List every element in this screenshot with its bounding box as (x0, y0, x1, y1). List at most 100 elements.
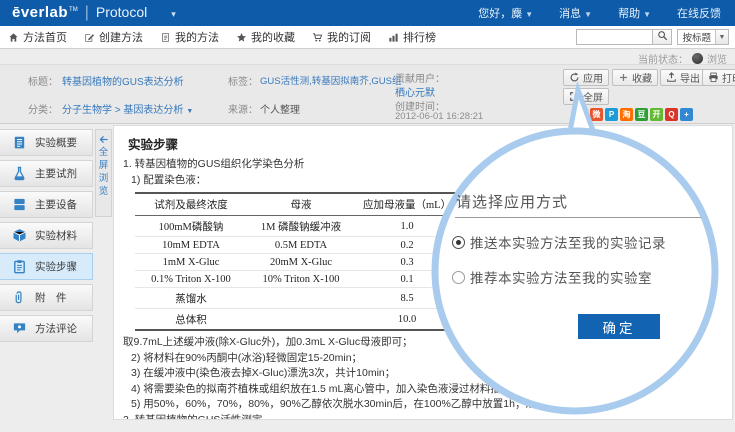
share-douban-icon[interactable]: 豆 (635, 108, 648, 121)
apply-option-radio[interactable] (452, 271, 465, 284)
topbar-menu-feedback[interactable]: 在线反馈 (677, 5, 721, 21)
created-timestamp: 2012-06-01 16:28:21 (395, 111, 483, 122)
sidebar-item-label: 主要试剂 (35, 166, 77, 181)
confirm-button[interactable]: 确定 (578, 314, 660, 339)
topbar-menu-help[interactable]: 帮助▼ (618, 5, 651, 21)
nav-item-create[interactable]: 创建方法 (84, 29, 143, 45)
topbar-menu-user[interactable]: 您好，麋▼ (478, 5, 533, 21)
export-icon (666, 72, 677, 83)
clipboard-icon (12, 259, 27, 274)
sidebar-item-attachments[interactable]: 附 件 (0, 284, 93, 311)
steps-intro-lines: 1. 转基因植物的GUS组织化学染色分析1) 配置染色液： (120, 157, 722, 188)
sidebar-item-label: 实验材料 (35, 228, 77, 243)
contributor-label: 贡献用户： (395, 70, 445, 85)
chevron-down-icon: ▼ (584, 10, 592, 19)
category-breadcrumb[interactable]: 分子生物学 > 基因表达分析▼ (62, 101, 193, 116)
flask-icon (12, 166, 27, 181)
sidebar-item-reagents[interactable]: 主要试剂 (0, 160, 93, 187)
share-icons-row: f微P淘豆开Q+ (575, 108, 693, 121)
table-cell: 1.0 (355, 216, 459, 237)
fullscreen-icon (569, 91, 580, 102)
favorite-button[interactable]: 收藏 (612, 69, 658, 86)
sidebar-item-summary[interactable]: 实验概要 (0, 129, 93, 156)
print-button[interactable]: 打印 (702, 69, 735, 86)
comment-icon (12, 321, 27, 336)
favorite-button-label: 收藏 (632, 70, 652, 85)
apply-option-1[interactable]: 推送本实验方法至我的实验记录 (452, 232, 666, 252)
sidebar-item-steps[interactable]: 实验步骤 (0, 253, 93, 280)
share-qzone-icon[interactable]: Q (665, 108, 678, 121)
apply-option-2[interactable]: 推荐本实验方法至我的实验室 (452, 267, 652, 287)
sidebar-item-materials[interactable]: 实验材料 (0, 222, 93, 249)
step-line: 5) 用50%，60%，70%，80%，90%乙醇依次脱水30min后，在100… (131, 397, 722, 413)
chevron-down-icon[interactable]: ▾ (171, 9, 176, 20)
nav-item-my-methods[interactable]: 我的方法 (160, 29, 219, 45)
tags-links[interactable]: GUS活性测,转基因拟南芥,GUS组织化.. (260, 73, 402, 87)
plus-icon (618, 72, 629, 83)
sidebar-item-label: 实验概要 (35, 135, 77, 150)
table-cell (247, 309, 355, 331)
sidebar-item-equipment[interactable]: 主要设备 (0, 191, 93, 218)
table-cell: 100mM磷酸钠 (135, 216, 247, 237)
fullscreen-button[interactable]: 全屏 (563, 88, 609, 105)
apply-button[interactable]: 应用 (563, 69, 609, 86)
device-icon (12, 197, 27, 212)
fullscreen-browse-strip[interactable]: 全屏浏览 (95, 129, 112, 217)
table-row: 总体积10.0 (135, 309, 459, 331)
search-button[interactable] (653, 29, 672, 45)
main-navbar: 方法首页 创建方法 我的方法 我的收藏 我的订阅 排行榜 按标题 ▼ (0, 26, 735, 49)
section-sidebar: 实验概要主要试剂主要设备实验材料实验步骤附 件方法评论 (0, 129, 93, 346)
nav-items: 方法首页 创建方法 我的方法 我的收藏 我的订阅 排行榜 (8, 26, 436, 48)
topbar-menu-label: 您好，麋 (478, 8, 522, 20)
contributor-link[interactable]: 栖心元默 (395, 84, 435, 99)
share-tencent-icon[interactable]: P (605, 108, 618, 121)
nav-item-ranking[interactable]: 排行榜 (388, 29, 436, 45)
topbar-menu-messages[interactable]: 消息▼ (559, 5, 592, 21)
apply-option-label: 推荐本实验方法至我的实验室 (470, 267, 652, 287)
box-icon (12, 228, 27, 243)
share-taobao-icon[interactable]: 淘 (620, 108, 633, 121)
share-weibo-icon[interactable]: 微 (590, 108, 603, 121)
staining-solution-table: 试剂及最终浓度母液应加母液量（mL） 100mM磷酸钠1M 磷酸钠缓冲液1.01… (135, 192, 459, 331)
table-cell: 1mM X-Gluc (135, 254, 247, 271)
table-cell: 总体积 (135, 309, 247, 331)
title-label: 标题： (28, 73, 58, 88)
nav-item-favorites[interactable]: 我的收藏 (236, 29, 295, 45)
table-header-row: 试剂及最终浓度母液应加母液量（mL） (135, 193, 459, 216)
share-more-icon[interactable]: + (680, 108, 693, 121)
table-row: 蒸馏水8.5 (135, 288, 459, 309)
apply-option-radio-selected[interactable] (452, 236, 465, 249)
sidebar-item-label: 附 件 (35, 290, 67, 305)
share-renren-icon[interactable]: f (575, 108, 588, 121)
share-kaixin-icon[interactable]: 开 (650, 108, 663, 121)
table-row: 1mM X-Gluc20mM X-Gluc0.3 (135, 254, 459, 271)
table-cell: 0.1% Triton X-100 (135, 271, 247, 288)
search-input[interactable] (576, 29, 653, 45)
top-header-bar: ēverlabTM | Protocol ▾ 您好，麋▼消息▼帮助▼在线反馈 (0, 0, 735, 26)
table-cell: 10mM EDTA (135, 237, 247, 254)
category-chevron-icon[interactable]: ▼ (186, 108, 193, 115)
step-line: 1. 转基因植物的GUS组织化学染色分析 (123, 157, 722, 173)
apply-button-label: 应用 (583, 70, 603, 85)
chevron-down-icon: ▼ (525, 10, 533, 19)
nav-item-home[interactable]: 方法首页 (8, 29, 67, 45)
source-label: 来源： (228, 101, 258, 116)
steps-detail-lines: 取9.7mL上述缓冲液(除X-Gluc外)，加0.3mL X-Gluc母液即可；… (120, 335, 722, 420)
sidebar-item-comments[interactable]: 方法评论 (0, 315, 93, 342)
content-heading: 实验步骤 (128, 134, 722, 153)
sidebar-item-label: 实验步骤 (35, 259, 77, 274)
protocol-info-panel: 标题： 转基因植物的GUS表达分析 标签： GUS活性测,转基因拟南芥,GUS组… (0, 64, 735, 124)
filter-dropdown-arrow[interactable]: ▼ (715, 30, 728, 44)
protocol-title-link[interactable]: 转基因植物的GUS表达分析 (62, 73, 184, 88)
nav-item-label: 我的方法 (175, 29, 219, 45)
search-filter-label: 按标题 (678, 30, 715, 44)
fullscreen-strip-char: 览 (99, 186, 109, 197)
search-area: 按标题 ▼ (576, 29, 729, 45)
brand-logo[interactable]: ēverlabTM | Protocol ▾ (0, 4, 176, 22)
export-button[interactable]: 导出 (660, 69, 706, 86)
nav-item-label: 我的订阅 (327, 29, 371, 45)
nav-item-subscriptions[interactable]: 我的订阅 (312, 29, 371, 45)
search-filter-select[interactable]: 按标题 ▼ (677, 29, 729, 45)
status-icon (692, 53, 703, 64)
table-cell: 0.3 (355, 254, 459, 271)
